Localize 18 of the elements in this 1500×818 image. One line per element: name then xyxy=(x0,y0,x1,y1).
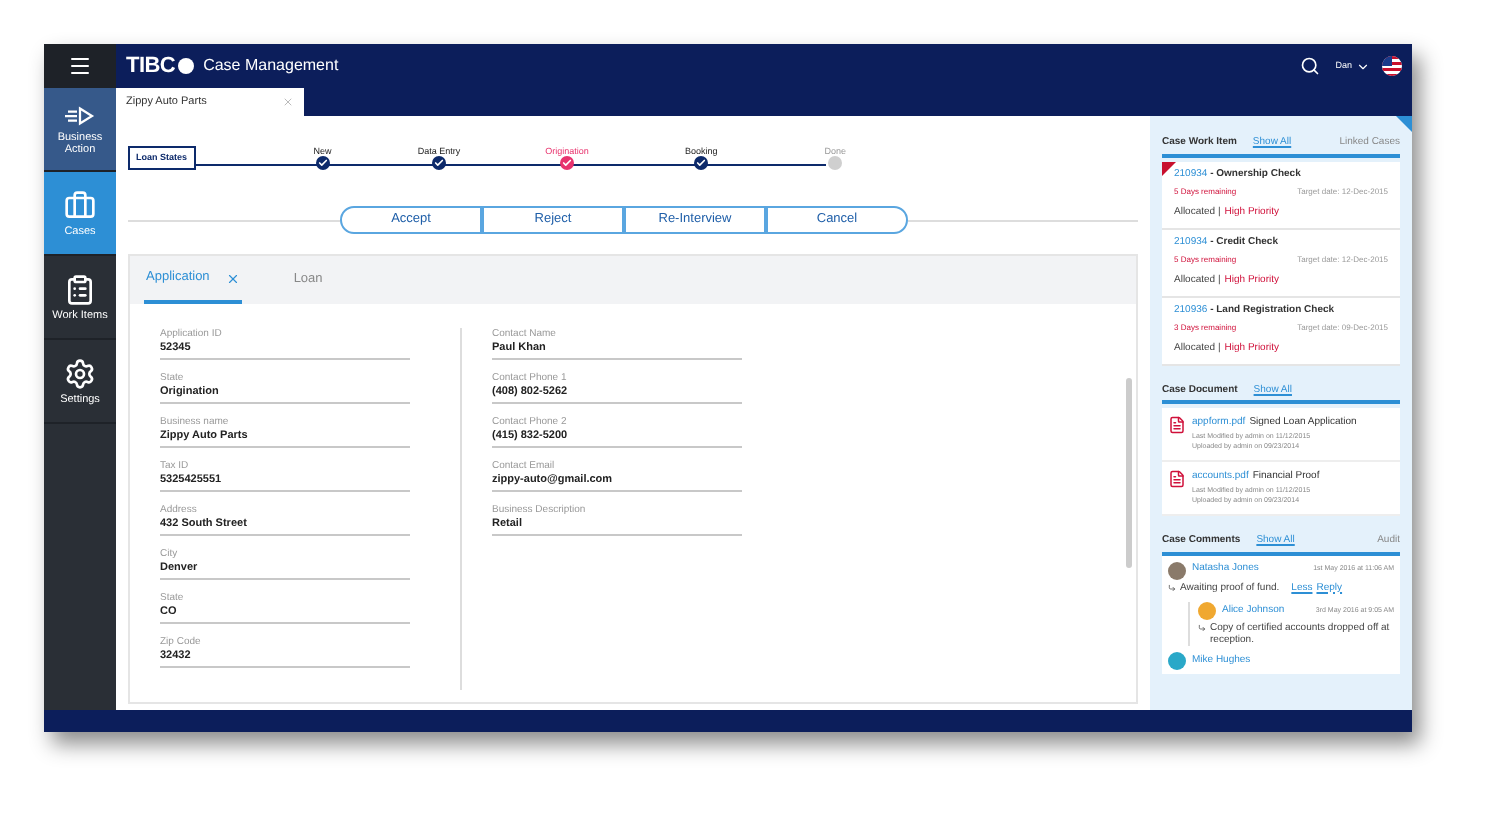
reply-arrow-icon xyxy=(1198,624,1206,632)
chevron-down-icon[interactable] xyxy=(1356,59,1370,73)
scrollbar[interactable] xyxy=(1126,378,1132,568)
briefcase-icon xyxy=(64,189,96,221)
settings-icon xyxy=(64,357,96,389)
search-icon[interactable] xyxy=(1299,56,1320,76)
logo: TIBC xyxy=(126,51,176,82)
reply-arrow-icon xyxy=(1168,583,1176,591)
arrow-play-icon xyxy=(62,103,98,127)
close-icon[interactable] xyxy=(225,271,240,285)
app-title: Case Management xyxy=(203,54,339,78)
clipboard-icon xyxy=(64,273,96,305)
pdf-file-icon xyxy=(1168,416,1186,434)
menu-button[interactable] xyxy=(44,44,116,88)
flag-icon xyxy=(1382,56,1402,76)
menu-icon xyxy=(68,54,92,78)
close-icon[interactable] xyxy=(282,96,294,108)
pdf-file-icon xyxy=(1168,470,1186,488)
